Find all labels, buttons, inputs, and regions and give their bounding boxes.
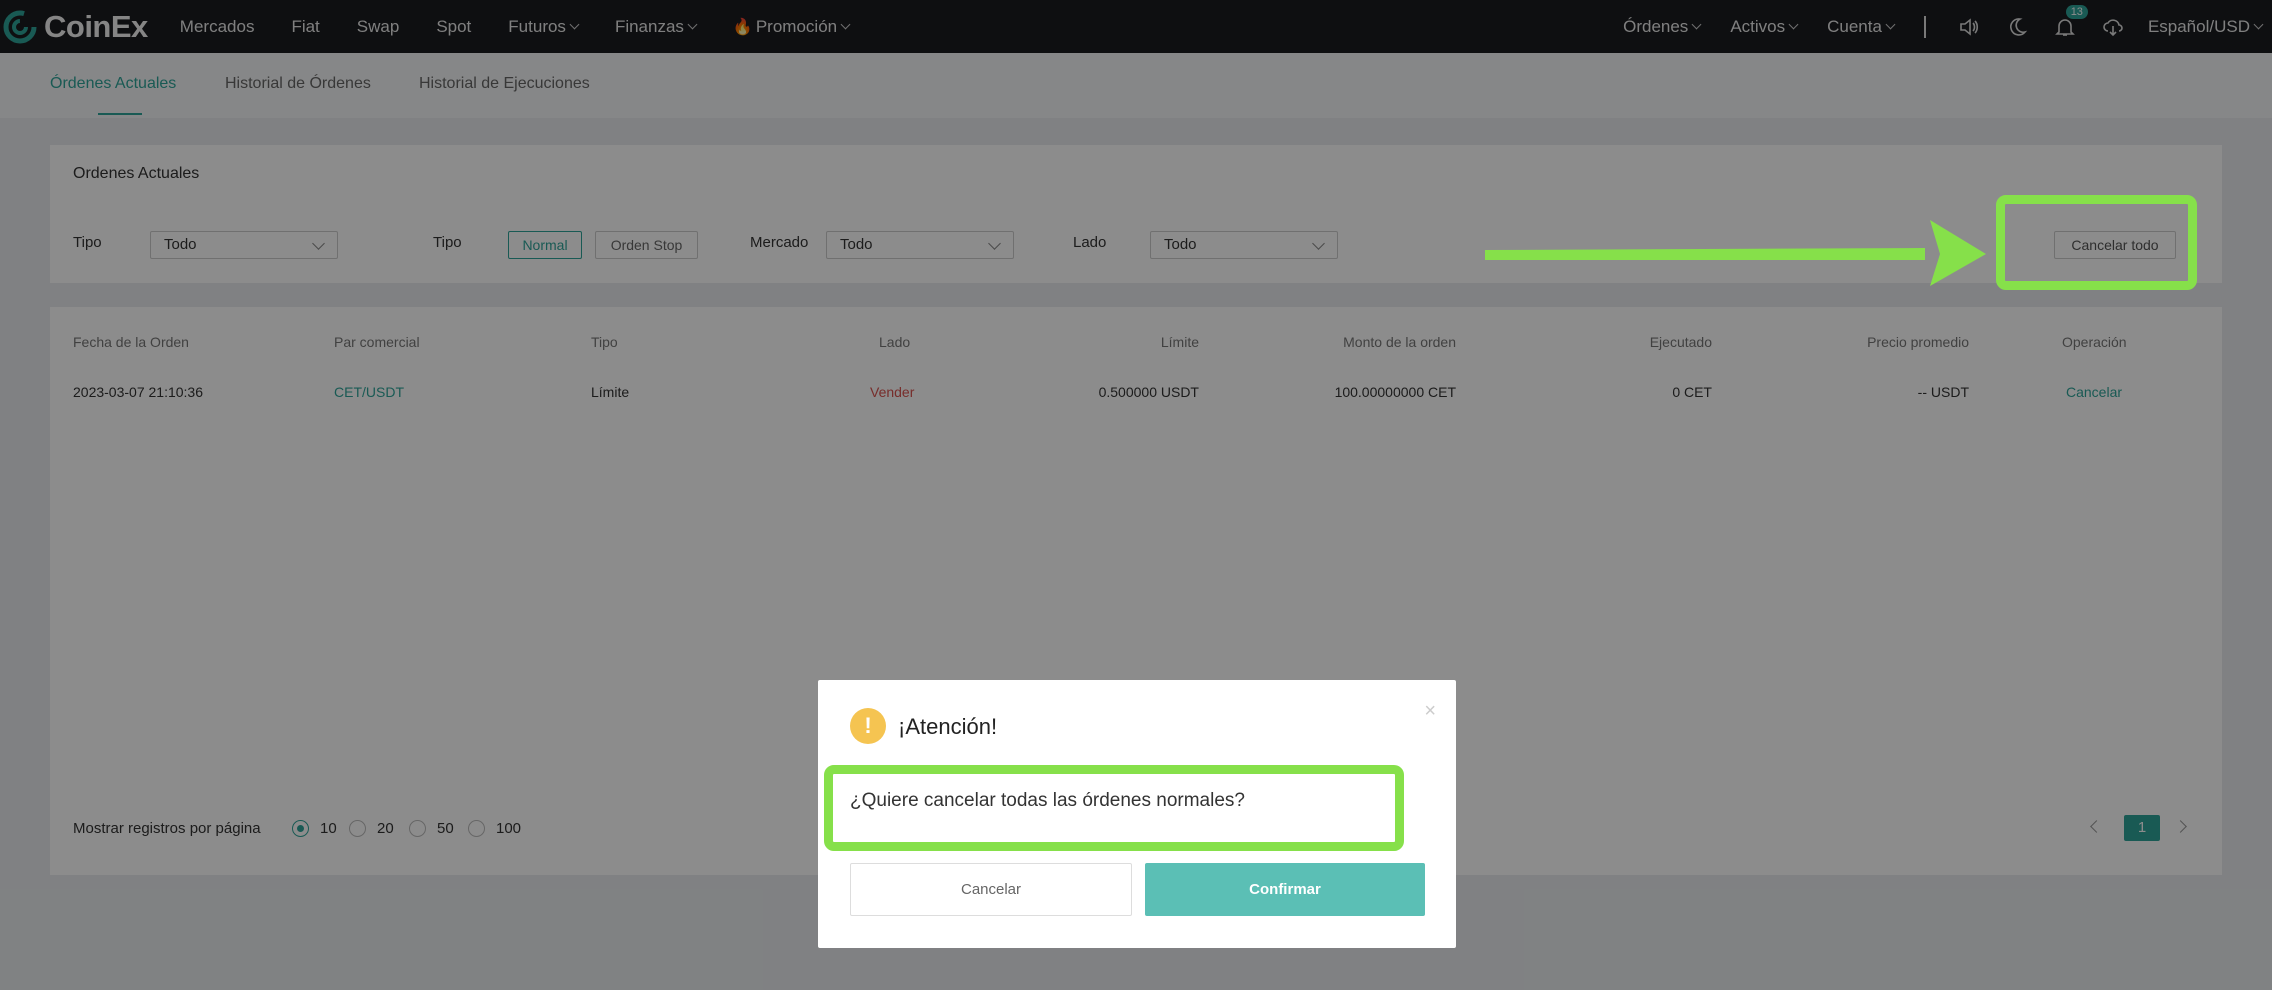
annotation-arrow-icon bbox=[1485, 220, 1986, 286]
confirm-button[interactable]: Confirmar bbox=[1145, 863, 1425, 916]
close-icon[interactable]: × bbox=[1424, 700, 1436, 723]
highlight-cancel-all bbox=[1996, 195, 2197, 290]
warning-icon: ! bbox=[850, 708, 886, 744]
cancel-button[interactable]: Cancelar bbox=[850, 863, 1132, 916]
highlight-dialog-message bbox=[824, 765, 1404, 851]
dialog-title: ¡Atención! bbox=[898, 714, 998, 739]
